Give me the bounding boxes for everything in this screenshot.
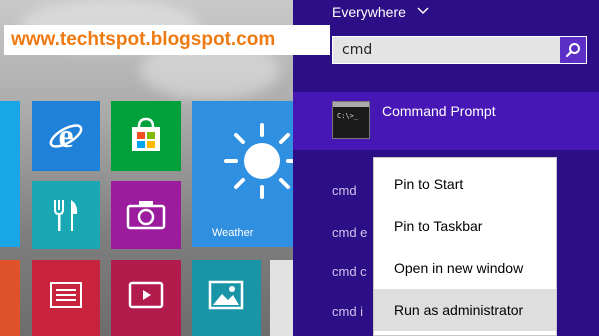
search-suggestion[interactable]: cmd bbox=[332, 183, 357, 198]
menu-item-pin-to-taskbar[interactable]: Pin to Taskbar bbox=[374, 205, 556, 247]
command-prompt-icon: C:\>_ bbox=[332, 101, 370, 139]
tile-food[interactable] bbox=[32, 181, 100, 249]
tile-left-edge[interactable] bbox=[0, 101, 20, 247]
tile-photos[interactable] bbox=[192, 260, 261, 336]
menu-item-open-in-new-window[interactable]: Open in new window bbox=[374, 247, 556, 289]
photos-icon bbox=[208, 280, 244, 310]
search-result-title: Command Prompt bbox=[382, 103, 496, 119]
fork-knife-icon bbox=[54, 200, 78, 231]
sun-icon bbox=[224, 123, 293, 199]
menu-item-run-as-administrator[interactable]: Run as administrator bbox=[374, 289, 556, 331]
tile-camera[interactable] bbox=[111, 181, 181, 249]
news-icon bbox=[50, 282, 82, 308]
search-input[interactable] bbox=[333, 37, 566, 63]
search-icon bbox=[565, 43, 580, 58]
weather-tile-label: Weather bbox=[212, 227, 254, 239]
search-button[interactable] bbox=[560, 37, 586, 63]
tile-left-edge-orange[interactable] bbox=[0, 260, 20, 336]
menu-item-pin-to-start[interactable]: Pin to Start bbox=[374, 163, 556, 205]
chevron-down-icon[interactable] bbox=[417, 6, 429, 16]
context-menu: Pin to Start Pin to Taskbar Open in new … bbox=[373, 157, 557, 336]
search-box[interactable] bbox=[332, 36, 587, 64]
internet-explorer-icon: e bbox=[49, 118, 83, 154]
store-bag-icon bbox=[132, 117, 160, 151]
tile-news[interactable] bbox=[32, 260, 100, 336]
search-suggestion[interactable]: cmd c bbox=[332, 264, 367, 279]
tile-internet-explorer[interactable]: e bbox=[32, 101, 100, 171]
svg-text:e: e bbox=[58, 118, 73, 154]
search-scope-label[interactable]: Everywhere bbox=[332, 4, 406, 20]
tile-weather[interactable]: Weather bbox=[192, 101, 293, 247]
search-result-command-prompt[interactable]: C:\>_ Command Prompt bbox=[293, 92, 599, 150]
tile-store[interactable] bbox=[111, 101, 181, 171]
video-icon bbox=[128, 281, 164, 309]
search-suggestion[interactable]: cmd e bbox=[332, 225, 367, 240]
search-suggestion[interactable]: cmd i bbox=[332, 304, 363, 319]
camera-icon bbox=[126, 201, 166, 230]
watermark-banner: www.techtspot.blogspot.com bbox=[4, 25, 330, 55]
tile-partial-right[interactable] bbox=[270, 260, 293, 336]
tile-video[interactable] bbox=[111, 260, 181, 336]
command-prompt-icon-titlebar bbox=[333, 102, 369, 107]
command-prompt-icon-glyph: C:\>_ bbox=[337, 112, 359, 120]
